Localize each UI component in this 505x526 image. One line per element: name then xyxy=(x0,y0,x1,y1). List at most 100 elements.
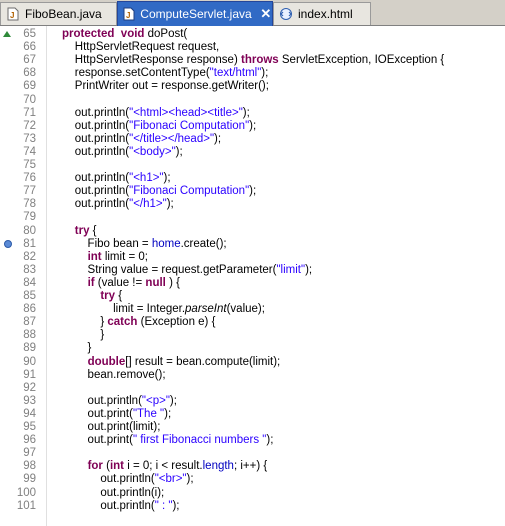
line-number: 77 xyxy=(23,185,36,198)
line-number: 78 xyxy=(23,198,36,211)
code-editor[interactable]: 65 protected void doPost(66 HttpServletRe… xyxy=(0,26,505,526)
fold-collapse-icon[interactable] xyxy=(2,29,12,39)
line-number: 87 xyxy=(23,316,36,329)
code-token: double xyxy=(87,355,126,368)
code-token: parseInt xyxy=(185,303,227,316)
code-token: String value = request.getParameter( xyxy=(62,263,277,276)
code-token: ); xyxy=(166,198,174,211)
code-token: .create(); xyxy=(180,237,227,250)
code-text: Fibo bean = home.create(); xyxy=(62,238,227,251)
line-number: 71 xyxy=(23,106,36,119)
line-number: 67 xyxy=(23,54,36,67)
code-token: "</title></head>" xyxy=(129,132,215,145)
line-number: 101 xyxy=(16,499,36,512)
line-number: 88 xyxy=(23,329,36,342)
code-line: 65 protected void doPost( xyxy=(0,28,505,41)
code-token: response.setContentType( xyxy=(62,67,210,80)
code-token: " first Fibonacci numbers " xyxy=(132,434,267,447)
line-number: 94 xyxy=(23,407,36,420)
line-number: 97 xyxy=(23,447,36,460)
code-token: ); xyxy=(164,407,172,420)
code-text: double[] result = bean.compute(limit); xyxy=(62,355,281,369)
code-line: 71 out.println("<html><head><title>"); xyxy=(0,107,505,120)
line-number: 89 xyxy=(23,342,36,355)
line-number: 91 xyxy=(23,368,36,381)
line-number: 73 xyxy=(23,132,36,145)
code-line: 100 out.println(i); xyxy=(0,487,505,500)
code-token: out.println( xyxy=(62,473,155,486)
line-number: 66 xyxy=(23,41,36,54)
code-token: HttpServletResponse response) xyxy=(62,54,241,67)
code-text: out.println(" : "); xyxy=(62,500,179,513)
code-token: ); xyxy=(261,67,269,80)
svg-text:J: J xyxy=(126,11,130,20)
code-token: } xyxy=(62,329,105,342)
line-number: 85 xyxy=(23,290,36,302)
line-number: 69 xyxy=(23,80,36,93)
code-token: (value != xyxy=(94,276,146,289)
code-token: out.println( xyxy=(62,499,155,512)
tab-index-html[interactable]: index.html xyxy=(273,2,371,25)
code-token: ); xyxy=(175,145,183,158)
tab-computeservlet-java[interactable]: J ComputeServlet.java ✕ xyxy=(117,1,273,26)
code-token: "<h1>" xyxy=(129,172,164,185)
code-text: bean.remove(); xyxy=(62,369,166,382)
code-line: 96 out.print(" first Fibonacci numbers "… xyxy=(0,434,505,447)
code-token: limit = Integer. xyxy=(62,303,186,316)
code-token: home xyxy=(151,237,181,250)
code-text: out.println("<br>"); xyxy=(62,473,194,486)
code-text: } catch (Exception e) { xyxy=(62,316,215,329)
code-token: ); xyxy=(186,473,194,486)
code-token: int xyxy=(87,250,102,263)
code-line: 70 xyxy=(0,94,505,107)
code-line: 68 response.setContentType("text/html"); xyxy=(0,67,505,80)
tab-label: FiboBean.java xyxy=(25,7,102,21)
code-text: out.println("<p>"); xyxy=(62,395,177,408)
tab-fibobean-java[interactable]: J FiboBean.java xyxy=(0,2,117,25)
code-token: "limit" xyxy=(276,263,306,276)
code-token: out.print(limit); xyxy=(62,421,161,433)
code-token: out.println( xyxy=(62,198,130,211)
code-token: "The " xyxy=(132,407,165,420)
code-text: } xyxy=(62,342,92,355)
code-token: ; i++) { xyxy=(233,460,268,473)
code-token: (value); xyxy=(226,303,265,316)
code-line: 101 out.println(" : "); xyxy=(0,500,505,513)
code-line: 74 out.println("<body>"); xyxy=(0,146,505,159)
code-token: throws xyxy=(240,54,279,67)
code-token: length xyxy=(202,460,234,473)
code-token: ); xyxy=(169,394,177,407)
code-token: int xyxy=(109,460,124,473)
code-text: out.println("<html><head><title>"); xyxy=(62,107,250,120)
code-text: out.println("</h1>"); xyxy=(62,198,174,211)
line-number: 75 xyxy=(23,159,36,171)
code-token: "</h1>" xyxy=(129,198,167,211)
code-text: limit = Integer.parseInt(value); xyxy=(62,303,265,316)
code-text: out.print(" first Fibonacci numbers "); xyxy=(62,434,274,447)
code-line: 91 bean.remove(); xyxy=(0,369,505,382)
code-line: 75 xyxy=(0,159,505,172)
code-token: } xyxy=(62,316,108,329)
close-icon[interactable]: ✕ xyxy=(260,6,272,22)
code-line: 81 Fibo bean = home.create(); xyxy=(0,238,505,251)
code-token: ) { xyxy=(165,276,180,289)
code-text: HttpServletResponse response) throws Ser… xyxy=(62,54,444,67)
code-token: try xyxy=(100,290,116,302)
code-line: 72 out.println("Fibonaci Computation"); xyxy=(0,120,505,133)
code-text: try { xyxy=(62,225,97,238)
line-number: 92 xyxy=(23,381,36,394)
breakpoint-marker-icon[interactable] xyxy=(4,239,12,248)
code-text: PrintWriter out = response.getWriter(); xyxy=(62,80,269,93)
code-token: PrintWriter out = response.getWriter(); xyxy=(62,80,269,93)
line-number: 74 xyxy=(23,145,36,158)
code-token: ( xyxy=(102,460,110,473)
line-number: 86 xyxy=(23,303,36,316)
code-text: int limit = 0; xyxy=(62,251,148,264)
code-text: try { xyxy=(62,290,122,303)
line-number: 100 xyxy=(16,486,36,499)
code-text: } xyxy=(62,329,104,342)
